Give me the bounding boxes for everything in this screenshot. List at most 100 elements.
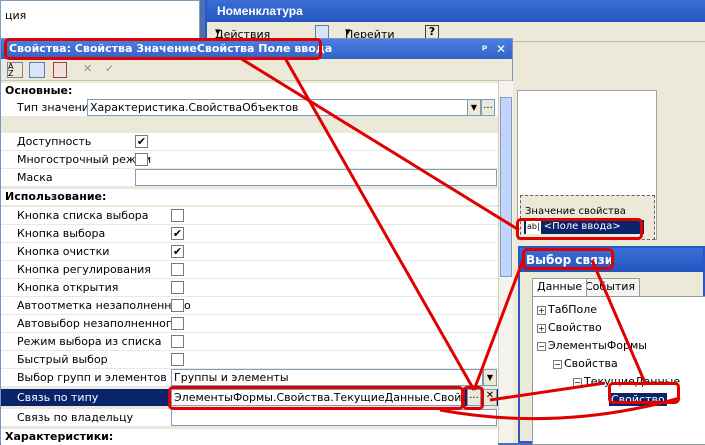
- expand-icon[interactable]: +: [537, 323, 546, 333]
- tab-events[interactable]: События: [580, 278, 641, 296]
- value-type-dropdown-icon[interactable]: ▼: [467, 99, 481, 116]
- select-button-checkbox[interactable]: ✔: [171, 227, 184, 240]
- value-type-label: Тип значения: [17, 101, 96, 114]
- help-button[interactable]: ?: [425, 25, 439, 39]
- tab-data[interactable]: Данные: [532, 278, 588, 296]
- section-usage-label: Использование:: [5, 190, 107, 203]
- row-list-button: Кнопка списка выбора: [1, 207, 498, 225]
- value-type-ellipsis-button[interactable]: ...: [481, 99, 495, 116]
- tree-node-label: ТабПоле: [548, 303, 598, 316]
- tree-node-label: Свойство: [548, 321, 602, 334]
- tree-node[interactable]: − ТекущиеДанные: [573, 375, 680, 388]
- open-button-checkbox[interactable]: [171, 281, 184, 294]
- nomenklatura-title: Номенклатура: [207, 0, 705, 22]
- grid-input-cell[interactable]: ab| <Поле ввода>: [524, 220, 644, 234]
- row-availability: Доступность ✔: [1, 133, 498, 151]
- link-type-clear-icon[interactable]: ✕: [483, 389, 497, 406]
- section-characteristics-label: Характеристики:: [5, 430, 114, 443]
- scrollbar-thumb[interactable]: [500, 97, 512, 277]
- list-mode-label: Режим выбора из списка: [17, 335, 162, 348]
- open-button-label: Кнопка открытия: [17, 281, 119, 294]
- categories-icon[interactable]: [29, 62, 45, 78]
- autoselect-checkbox[interactable]: [171, 317, 184, 330]
- tree-node-label: Свойства: [564, 357, 618, 370]
- row-adjust-button: Кнопка регулирования: [1, 261, 498, 279]
- list-mode-checkbox[interactable]: [171, 335, 184, 348]
- availability-label: Доступность: [17, 135, 92, 148]
- row-quick-select: Быстрый выбор: [1, 351, 498, 369]
- mask-label: Маска: [17, 171, 53, 184]
- tree-node[interactable]: − ЭлементыФормы: [537, 339, 647, 352]
- clear-button-checkbox[interactable]: ✔: [171, 245, 184, 258]
- apply-icon[interactable]: ✓: [105, 62, 114, 75]
- row-link-owner: Связь по владельцу: [1, 409, 498, 427]
- collapse-icon[interactable]: −: [537, 341, 546, 351]
- row-select-button: Кнопка выбора ✔: [1, 225, 498, 243]
- properties-window: Свойства: Свойства ЗначениеСвойства Поле…: [0, 38, 513, 445]
- link-type-field[interactable]: ЭлементыФормы.Свойства.ТекущиеДанные.Сво…: [171, 389, 463, 406]
- close-icon[interactable]: ✕: [496, 42, 506, 56]
- delete-icon[interactable]: ✕: [83, 62, 92, 75]
- row-value-type: Тип значения Характеристика.СвойстваОбъе…: [1, 99, 498, 117]
- row-open-button: Кнопка открытия: [1, 279, 498, 297]
- row-mask: Маска: [1, 169, 498, 187]
- mask-field[interactable]: [135, 169, 497, 186]
- link-tree[interactable]: + ТабПоле + Свойство − ЭлементыФормы − Свойс…: [532, 296, 705, 445]
- adjust-button-checkbox[interactable]: [171, 263, 184, 276]
- tree-node[interactable]: − Свойства: [553, 357, 618, 370]
- tree-node-selected[interactable]: Свойство: [609, 393, 667, 406]
- section-basic[interactable]: Основные:: [1, 83, 498, 99]
- grid-column-header: Значение свойства: [525, 206, 626, 217]
- section-basic-label: Основные:: [5, 84, 73, 97]
- link-owner-field[interactable]: [171, 409, 497, 426]
- link-choice-title: Выбор связи: [520, 248, 703, 272]
- autoselect-label: Автовыбор незаполненного: [17, 317, 179, 330]
- goto-menu[interactable]: Перейти ▾: [345, 25, 395, 41]
- background-tree-item: ция: [5, 9, 27, 22]
- properties-toolbar: AZ ✕ ✓: [1, 59, 512, 81]
- section-usage[interactable]: Использование:: [1, 189, 498, 205]
- quick-select-label: Быстрый выбор: [17, 353, 108, 366]
- collapse-icon[interactable]: −: [573, 377, 582, 387]
- tree-node-label: ТекущиеДанные: [584, 375, 681, 388]
- link-type-label: Связь по типу: [17, 391, 99, 404]
- row-autoselect: Автовыбор незаполненного: [1, 315, 498, 333]
- pin-icon[interactable]: ᵖ: [482, 42, 488, 56]
- groups-field[interactable]: Группы и элементы: [171, 369, 483, 386]
- grid-cell-text: <Поле ввода>: [543, 221, 621, 232]
- quick-select-checkbox[interactable]: [171, 353, 184, 366]
- tree-node-label: Свойство: [609, 393, 667, 406]
- tree-node[interactable]: + Свойство: [537, 321, 602, 334]
- tree-node-label: ЭлементыФормы: [548, 339, 647, 352]
- groups-dropdown-icon[interactable]: ▼: [483, 369, 497, 386]
- table-icon[interactable]: [315, 25, 329, 39]
- multiline-checkbox[interactable]: [135, 153, 148, 166]
- automark-checkbox[interactable]: [171, 299, 184, 312]
- row-link-type: Связь по типу ЭлементыФормы.Свойства.Тек…: [1, 389, 498, 407]
- background-panel: ция: [0, 0, 200, 40]
- row-groups: Выбор групп и элементов Группы и элемент…: [1, 369, 498, 387]
- properties-title: Свойства: Свойства ЗначениеСвойства Поле…: [9, 42, 333, 55]
- properties-title-bar: Свойства: Свойства ЗначениеСвойства Поле…: [1, 39, 512, 59]
- link-type-ellipsis-button[interactable]: ...: [467, 389, 481, 406]
- row-clear-button: Кнопка очистки ✔: [1, 243, 498, 261]
- link-owner-label: Связь по владельцу: [17, 411, 134, 424]
- sort-az-icon[interactable]: AZ: [7, 62, 23, 78]
- properties-page-icon[interactable]: [53, 62, 67, 78]
- properties-grid[interactable]: Значение свойства ab| <Поле ввода>: [520, 195, 655, 240]
- properties-scrollbar[interactable]: [498, 81, 513, 443]
- actions-menu[interactable]: Действия ▾: [215, 25, 270, 41]
- tree-node[interactable]: + ТабПоле: [537, 303, 597, 316]
- select-button-label: Кнопка выбора: [17, 227, 106, 240]
- input-field-icon: ab|: [526, 220, 541, 234]
- clear-button-label: Кнопка очистки: [17, 245, 110, 258]
- availability-checkbox[interactable]: ✔: [135, 135, 148, 148]
- list-button-checkbox[interactable]: [171, 209, 184, 222]
- expand-icon[interactable]: +: [537, 305, 546, 315]
- row-list-mode: Режим выбора из списка: [1, 333, 498, 351]
- value-type-field[interactable]: Характеристика.СвойстваОбъектов: [87, 99, 469, 116]
- collapse-icon[interactable]: −: [553, 359, 562, 369]
- list-button-label: Кнопка списка выбора: [17, 209, 149, 222]
- groups-label: Выбор групп и элементов: [17, 371, 167, 384]
- multiline-label: Многострочный режим: [17, 153, 152, 166]
